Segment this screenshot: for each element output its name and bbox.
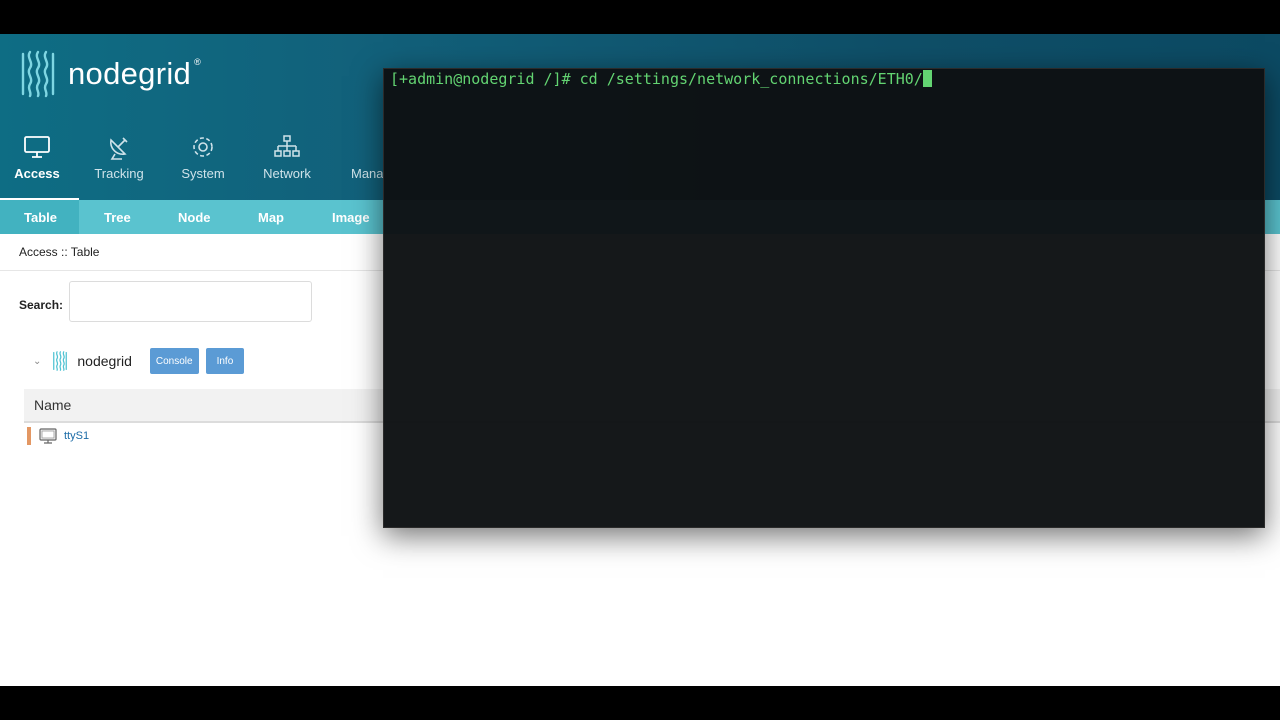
subtab-node[interactable]: Node	[178, 210, 211, 225]
nodegrid-device-icon	[53, 351, 68, 371]
terminal-command: [+admin@nodegrid /]# cd /settings/networ…	[390, 70, 923, 88]
subtab-table[interactable]: Table	[24, 210, 57, 225]
app-window: nodegrid ® Access Tracking System Networ…	[0, 34, 1280, 686]
device-row: ⌄ nodegrid Console Info	[33, 348, 251, 374]
terminal-cursor	[922, 70, 932, 87]
search-input[interactable]	[69, 281, 312, 322]
nav-access-label: Access	[14, 166, 60, 181]
column-header-name[interactable]: Name	[34, 397, 71, 413]
satellite-dish-icon	[110, 137, 128, 160]
nav-network-label: Network	[263, 166, 311, 181]
terminal-window[interactable]: [+admin@nodegrid /]# cd /settings/networ…	[383, 68, 1265, 528]
nav-tracking[interactable]: Tracking	[79, 134, 159, 181]
monitor-icon	[24, 136, 50, 158]
nav-manage-label: Mana	[351, 166, 384, 181]
device-link-ttys1[interactable]: ttyS1	[64, 430, 89, 442]
gear-icon	[193, 137, 213, 157]
breadcrumb: Access :: Table	[19, 245, 100, 259]
nav-system-label: System	[181, 166, 225, 181]
subtab-map[interactable]: Map	[258, 210, 284, 225]
status-indicator	[27, 427, 31, 445]
nav-access[interactable]: Access	[0, 134, 77, 181]
logo-text: nodegrid	[68, 56, 192, 91]
info-button[interactable]: Info	[205, 348, 245, 374]
nav-system[interactable]: System	[163, 134, 243, 181]
serial-device-icon	[39, 428, 57, 444]
network-icon	[274, 135, 300, 157]
nav-tracking-label: Tracking	[94, 166, 144, 181]
nodegrid-logo[interactable]: nodegrid ®	[18, 50, 201, 98]
table-row: ttyS1	[27, 427, 89, 445]
subtab-tree[interactable]: Tree	[104, 210, 131, 225]
terminal-line: [+admin@nodegrid /]# cd /settings/networ…	[390, 70, 932, 88]
nodegrid-logo-icon	[21, 50, 55, 98]
device-name: nodegrid	[77, 353, 132, 369]
registered-mark: ®	[194, 57, 201, 67]
chevron-down-icon[interactable]: ⌄	[33, 356, 41, 367]
search-label: Search:	[19, 298, 64, 312]
subtab-image[interactable]: Image	[332, 210, 370, 225]
nav-network[interactable]: Network	[247, 134, 327, 181]
console-button[interactable]: Console	[149, 348, 199, 374]
